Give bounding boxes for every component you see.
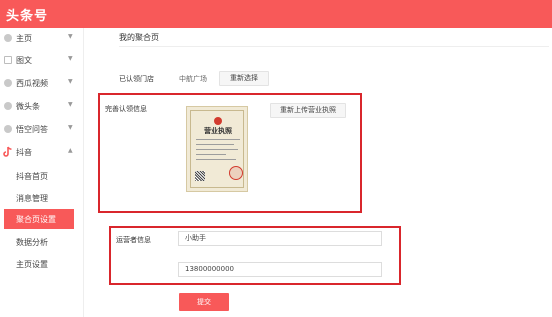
- sidebar-sub-homepage-settings[interactable]: 主页设置: [4, 254, 74, 274]
- chevron-down-icon: ▼: [68, 124, 73, 131]
- operator-phone-input[interactable]: 13800000000: [178, 262, 382, 277]
- license-image-title: 营业执照: [204, 127, 232, 135]
- store-name: 中航广场: [179, 75, 207, 83]
- top-bar: 头条号: [0, 0, 552, 28]
- sidebar-item-douyin[interactable]: 抖音 ▲: [0, 142, 84, 164]
- submit-button[interactable]: 提交: [179, 293, 229, 311]
- article-icon: [4, 56, 12, 64]
- sidebar-item-label: 西瓜视频: [16, 79, 48, 88]
- chevron-up-icon: ▲: [68, 147, 73, 154]
- video-icon: [4, 79, 12, 87]
- emblem-icon: [214, 117, 222, 125]
- sidebar-sub-douyin-home[interactable]: 抖音首页: [4, 166, 74, 186]
- sidebar-sub-label: 消息管理: [16, 194, 48, 203]
- license-label: 完善认领信息: [105, 105, 147, 113]
- chevron-down-icon: ▼: [68, 78, 73, 85]
- sidebar-sub-messages[interactable]: 消息管理: [4, 188, 74, 208]
- license-text-line: [196, 154, 226, 155]
- license-text-line: [196, 139, 240, 140]
- sidebar-item-micro-post[interactable]: 微头条 ▼: [0, 96, 84, 118]
- douyin-icon: [3, 146, 12, 157]
- store-label: 已认领门店: [119, 75, 154, 83]
- sidebar-sub-label: 聚合页设置: [16, 215, 56, 224]
- chevron-down-icon: ▼: [68, 101, 73, 108]
- micro-post-icon: [4, 102, 12, 110]
- sidebar-item-label: 图文: [16, 56, 32, 65]
- license-frame: 营业执照: [190, 110, 244, 188]
- license-text-line: [196, 159, 236, 160]
- app-logo[interactable]: 头条号: [6, 5, 48, 24]
- main-content: 我的聚合页 已认领门店 中航广场 重新选择 完善认领信息 营业执照 重新上传营业…: [84, 28, 552, 317]
- license-text-line: [196, 149, 238, 150]
- operator-name-input[interactable]: 小助手: [178, 231, 382, 246]
- sidebar-sub-label: 主页设置: [16, 260, 48, 269]
- sidebar-item-label: 悟空问答: [16, 125, 48, 134]
- sidebar-sub-aggregate-settings[interactable]: 聚合页设置: [4, 209, 74, 229]
- reupload-license-button[interactable]: 重新上传营业执照: [270, 103, 346, 118]
- license-text-line: [196, 144, 234, 145]
- title-divider: [119, 46, 549, 47]
- reselect-button[interactable]: 重新选择: [219, 71, 269, 86]
- sidebar-sub-analytics[interactable]: 数据分析: [4, 232, 74, 252]
- operator-label: 运营者信息: [116, 236, 151, 244]
- sidebar-sub-label: 抖音首页: [16, 172, 48, 181]
- qr-code-icon: [195, 171, 205, 181]
- sidebar-item-label: 微头条: [16, 102, 40, 111]
- sidebar-item-article[interactable]: 图文 ▼: [0, 50, 84, 72]
- sidebar-item-home[interactable]: 主页 ▼: [0, 28, 84, 50]
- sidebar: 主页 ▼ 图文 ▼ 西瓜视频 ▼ 微头条 ▼ 悟空问答 ▼ 抖音 ▲ 抖音首页 …: [0, 28, 84, 317]
- chevron-down-icon: ▼: [68, 55, 73, 62]
- sidebar-item-qa[interactable]: 悟空问答 ▼: [0, 119, 84, 141]
- sidebar-item-video[interactable]: 西瓜视频 ▼: [0, 73, 84, 95]
- sidebar-sub-label: 数据分析: [16, 238, 48, 247]
- license-image[interactable]: 营业执照: [186, 106, 248, 192]
- sidebar-item-label: 主页: [16, 34, 32, 43]
- stamp-icon: [229, 166, 243, 180]
- home-icon: [4, 34, 12, 42]
- sidebar-item-label: 抖音: [16, 148, 32, 157]
- page-title: 我的聚合页: [119, 33, 159, 42]
- qa-icon: [4, 125, 12, 133]
- chevron-down-icon: ▼: [68, 33, 73, 40]
